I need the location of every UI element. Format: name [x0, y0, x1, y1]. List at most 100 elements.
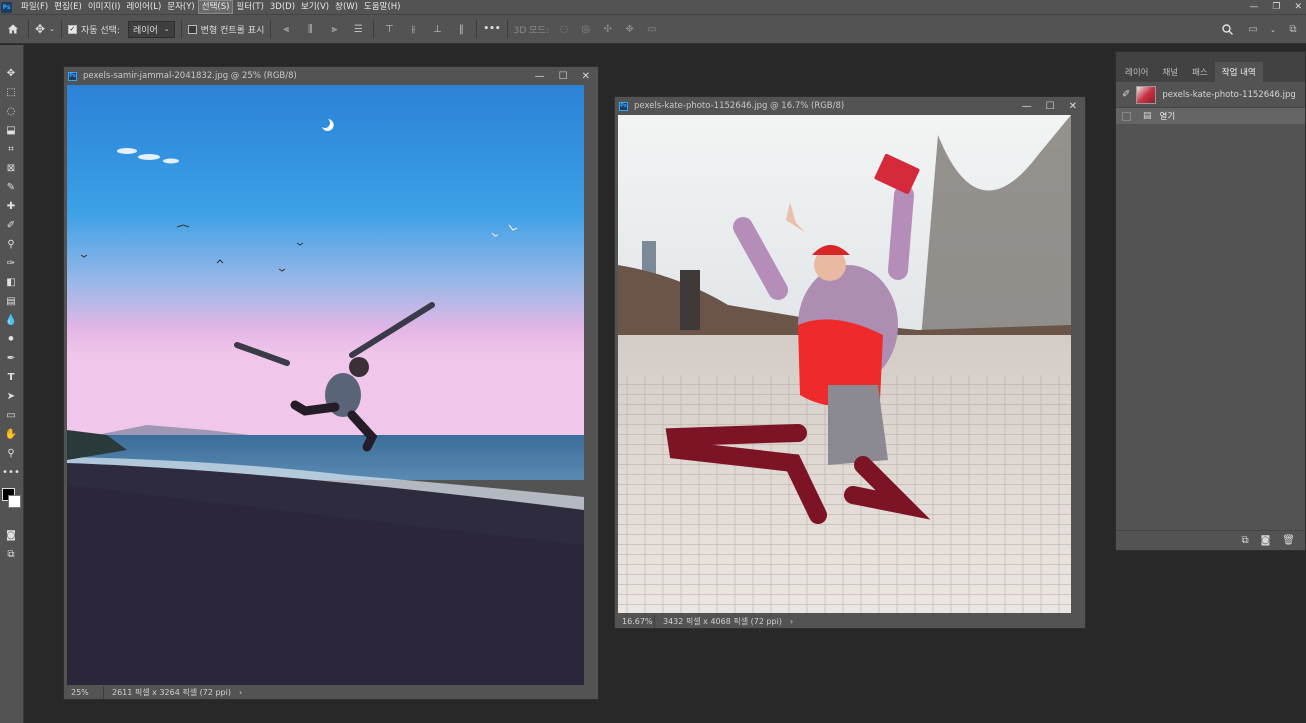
document-canvas[interactable] [67, 85, 584, 685]
brush-tool-icon[interactable]: ✐ [2, 217, 20, 234]
auto-select-checkbox[interactable]: ✓ 자동 선택: [67, 23, 120, 36]
close-icon[interactable]: ✕ [582, 71, 590, 82]
panel-tabs: 레이어 채널 패스 작업 내역 [1116, 52, 1305, 82]
menu-item[interactable]: 선택(S) [197, 0, 234, 14]
eraser-tool-icon[interactable]: ◧ [2, 274, 20, 291]
transform-controls-checkbox[interactable]: 변형 컨트롤 표시 [187, 23, 264, 36]
path-select-tool-icon[interactable]: ➤ [2, 388, 20, 405]
chevron-right-icon[interactable]: › [239, 688, 242, 697]
dodge-tool-icon[interactable]: ⚫ [2, 331, 20, 348]
color-swatches[interactable] [2, 488, 22, 510]
checkbox-checked-icon: ✓ [67, 24, 77, 34]
workspace-icon[interactable]: ▭ [1244, 21, 1262, 39]
3d-mode-label: 3D 모드: [513, 25, 549, 36]
document-window-2[interactable]: Ps pexels-kate-photo-1152646.jpg @ 16.7%… [614, 96, 1086, 629]
menu-item[interactable]: 필터(T) [233, 0, 266, 14]
close-icon[interactable]: ✕ [1294, 2, 1302, 12]
3d-slide-icon[interactable]: ✥ [621, 20, 639, 38]
more-options-button[interactable]: ••• [483, 24, 500, 34]
move-tool-preset[interactable]: ✥ ⌄ [35, 22, 55, 36]
panel-tab[interactable]: 채널 [1155, 62, 1185, 82]
3d-orbit-icon[interactable]: ◌ [555, 20, 573, 38]
3d-pan-icon[interactable]: ✣ [599, 20, 617, 38]
history-source-checkbox[interactable] [1122, 111, 1131, 121]
align-right-icon[interactable]: ⫸ [325, 20, 343, 38]
screen-mode-icon[interactable]: ⧉ [2, 546, 20, 563]
menu-item[interactable]: 문자(Y) [164, 0, 197, 14]
3d-roll-icon[interactable]: ◎ [577, 20, 595, 38]
distribute-v-icon[interactable]: ‖ [452, 20, 470, 38]
minimize-icon[interactable]: — [1022, 101, 1032, 112]
menu-item[interactable]: 파일(F) [18, 0, 51, 14]
lasso-tool-icon[interactable]: ◌ [2, 103, 20, 120]
menu-item[interactable]: 창(W) [332, 0, 361, 14]
menu-item[interactable]: 이미지(I) [85, 0, 124, 14]
close-icon[interactable]: ✕ [1069, 101, 1077, 112]
distribute-h-icon[interactable]: ☰ [349, 20, 367, 38]
menu-item[interactable]: 보기(V) [298, 0, 332, 14]
move-tool-icon[interactable]: ✥ [2, 65, 20, 82]
align-middle-icon[interactable]: ⫲ [404, 20, 422, 38]
new-document-from-state-icon[interactable]: ⧉ [1241, 535, 1248, 546]
history-item[interactable]: ▤ 열기 [1116, 108, 1305, 124]
zoom-level[interactable]: 16.67% [615, 615, 655, 628]
document-window-1[interactable]: Ps pexels-samir-jammal-2041832.jpg @ 25%… [63, 66, 599, 700]
frame-tool-icon[interactable]: ⊠ [2, 160, 20, 177]
marquee-tool-icon[interactable]: ⬚ [2, 84, 20, 101]
background-color-swatch[interactable] [8, 495, 21, 508]
menu-item[interactable]: 레이어(L) [123, 0, 164, 14]
search-icon[interactable] [1218, 21, 1236, 39]
camera-icon[interactable]: ◙ [1261, 535, 1271, 546]
minimize-icon[interactable]: — [1249, 2, 1258, 12]
eyedropper-tool-icon[interactable]: ✎ [2, 179, 20, 196]
checkbox-unchecked-icon [187, 24, 197, 34]
document-title: pexels-samir-jammal-2041832.jpg @ 25% (R… [83, 71, 297, 81]
ps-doc-icon: Ps [68, 71, 77, 81]
maximize-icon[interactable]: ☐ [1046, 101, 1055, 112]
edit-toolbar-icon[interactable]: ••• [2, 464, 20, 481]
home-icon[interactable] [4, 20, 22, 38]
gradient-tool-icon[interactable]: ▤ [2, 293, 20, 310]
panel-tab[interactable]: 작업 내역 [1214, 62, 1263, 82]
history-snapshot[interactable]: ✐ pexels-kate-photo-1152646.jpg [1116, 82, 1305, 108]
maximize-icon[interactable]: ☐ [559, 71, 568, 82]
clone-stamp-tool-icon[interactable]: ⚲ [2, 236, 20, 253]
zoom-level[interactable]: 25% [64, 686, 104, 699]
menu-item[interactable]: 도움말(H) [361, 0, 403, 14]
document-title-bar[interactable]: Ps pexels-samir-jammal-2041832.jpg @ 25%… [64, 67, 598, 85]
restore-icon[interactable]: ❐ [1272, 2, 1280, 12]
healing-brush-tool-icon[interactable]: ✚ [2, 198, 20, 215]
menu-item[interactable]: 3D(D) [267, 0, 298, 14]
align-left-icon[interactable]: ⫷ [277, 20, 295, 38]
history-item-label: 열기 [1159, 112, 1176, 122]
align-center-h-icon[interactable]: ⫼ [301, 20, 319, 38]
share-icon[interactable]: ⧉ [1284, 21, 1302, 39]
open-file-icon: ▤ [1143, 111, 1152, 121]
rectangle-tool-icon[interactable]: ▭ [2, 407, 20, 424]
align-top-icon[interactable]: ⊤ [380, 20, 398, 38]
trash-icon[interactable]: 🗑 [1282, 535, 1295, 546]
align-bottom-icon[interactable]: ⊥ [428, 20, 446, 38]
3d-camera-icon[interactable]: ▭ [643, 20, 661, 38]
auto-select-dropdown[interactable]: 레이어 ⌄ [127, 20, 175, 38]
crop-tool-icon[interactable]: ⌗ [2, 141, 20, 158]
object-select-tool-icon[interactable]: ⬓ [2, 122, 20, 139]
hand-tool-icon[interactable]: ✋ [2, 426, 20, 443]
zoom-tool-icon[interactable]: ⚲ [2, 445, 20, 462]
panel-tab[interactable]: 레이어 [1118, 62, 1155, 82]
document-canvas[interactable] [618, 115, 1071, 613]
menu-items: 파일(F) 편집(E) 이미지(I) 레이어(L) 문자(Y) 선택(S) 필터(T) 3D(… [18, 0, 403, 14]
chevron-right-icon[interactable]: › [790, 617, 793, 626]
document-title-bar[interactable]: Ps pexels-kate-photo-1152646.jpg @ 16.7%… [615, 97, 1085, 115]
history-brush-source-icon[interactable]: ✐ [1122, 89, 1130, 100]
history-brush-tool-icon[interactable]: ✑ [2, 255, 20, 272]
quick-mask-icon[interactable]: ◙ [2, 527, 20, 544]
pen-tool-icon[interactable]: ✒ [2, 350, 20, 367]
jumping-woman-photo [618, 115, 1071, 613]
menu-item[interactable]: 편집(E) [51, 0, 85, 14]
panel-tab[interactable]: 패스 [1185, 62, 1215, 82]
blur-tool-icon[interactable]: 💧 [2, 312, 20, 329]
type-tool-icon[interactable]: T [2, 369, 20, 386]
minimize-icon[interactable]: — [535, 71, 545, 82]
chevron-down-icon[interactable]: ⌄ [1270, 26, 1276, 34]
